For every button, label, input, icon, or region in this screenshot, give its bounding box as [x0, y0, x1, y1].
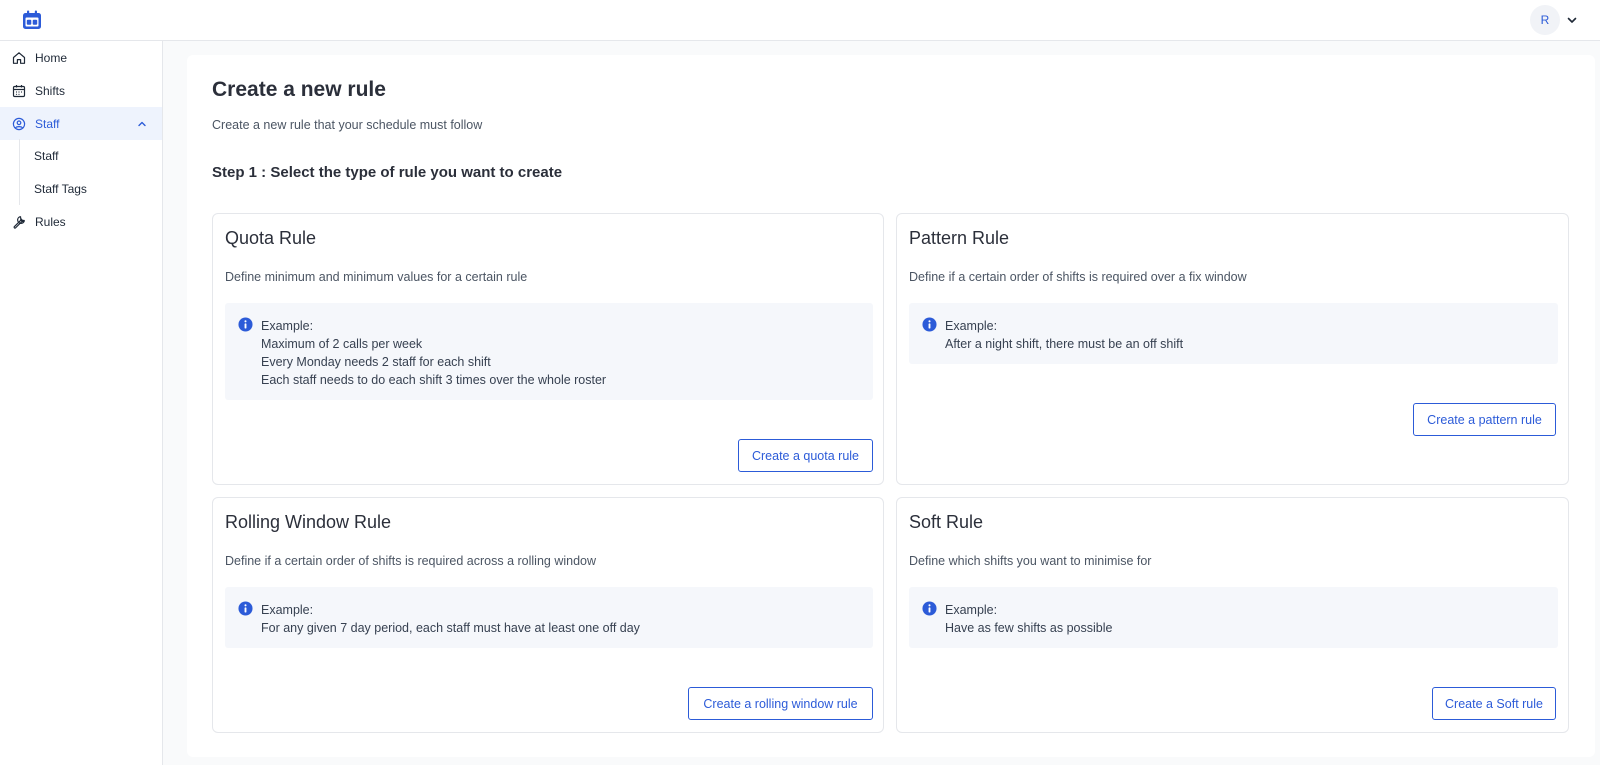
- sidebar-item-rules[interactable]: Rules: [0, 205, 162, 238]
- info-icon: [922, 601, 937, 616]
- card-title: Pattern Rule: [909, 228, 1010, 248]
- card-description: Define if a certain order of shifts is r…: [909, 270, 1247, 284]
- calendar-icon: [12, 85, 26, 98]
- example-box: Example: For any given 7 day period, eac…: [225, 587, 873, 648]
- example-text: Example: After a night shift, there must…: [945, 317, 1183, 353]
- sidebar-subitem-staff-tags[interactable]: Staff Tags: [20, 172, 163, 205]
- example-label: Example:: [261, 603, 314, 617]
- info-icon: [922, 317, 937, 332]
- example-label: Example:: [945, 319, 998, 333]
- info-icon: [238, 317, 253, 332]
- card-description: Define if a certain order of shifts is r…: [225, 554, 597, 568]
- card-title: Rolling Window Rule: [225, 512, 392, 532]
- create-soft-rule-button[interactable]: Create a Soft rule: [1432, 687, 1556, 720]
- example-line: Each staff needs to do each shift 3 time…: [261, 373, 607, 387]
- card-title: Quota Rule: [225, 228, 317, 248]
- card-description: Define which shifts you want to minimise…: [909, 554, 1152, 568]
- example-box: Example: Maximum of 2 calls per week Eve…: [225, 303, 873, 400]
- staff-icon: [12, 117, 26, 131]
- quota-rule-card: Quota Rule Define minimum and minimum va…: [212, 213, 884, 485]
- sidebar-subitem-label: Staff: [34, 149, 59, 163]
- sidebar: Home Shifts Staff Staff Staff Tags Rules: [0, 41, 163, 765]
- example-line: For any given 7 day period, each staff m…: [261, 621, 640, 635]
- sidebar-item-home[interactable]: Home: [0, 41, 162, 74]
- sidebar-item-shifts[interactable]: Shifts: [0, 74, 162, 107]
- example-label: Example:: [945, 603, 998, 617]
- example-box: Example: Have as few shifts as possible: [909, 587, 1558, 648]
- chevron-down-icon[interactable]: [1566, 14, 1578, 26]
- soft-rule-card: Soft Rule Define which shifts you want t…: [896, 497, 1569, 733]
- page-subtitle: Create a new rule that your schedule mus…: [212, 118, 483, 132]
- sidebar-item-staff[interactable]: Staff: [0, 107, 162, 140]
- sidebar-item-label: Rules: [35, 215, 66, 229]
- example-text: Example: Have as few shifts as possible: [945, 601, 1112, 637]
- example-line: Maximum of 2 calls per week: [261, 337, 423, 351]
- staff-subnav: Staff Staff Tags: [19, 139, 162, 205]
- sidebar-item-label: Home: [35, 51, 68, 65]
- avatar[interactable]: R: [1530, 5, 1560, 35]
- step-title: Step 1 : Select the type of rule you wan…: [212, 164, 563, 181]
- example-box: Example: After a night shift, there must…: [909, 303, 1558, 364]
- example-line: Have as few shifts as possible: [945, 621, 1113, 635]
- example-text: Example: For any given 7 day period, eac…: [261, 601, 640, 637]
- sidebar-subitem-label: Staff Tags: [34, 182, 87, 196]
- wrench-icon: [13, 216, 25, 229]
- chevron-up-icon[interactable]: [137, 119, 147, 129]
- user-menu[interactable]: R: [1530, 5, 1578, 35]
- pattern-rule-card: Pattern Rule Define if a certain order o…: [896, 213, 1569, 485]
- example-line: Every Monday needs 2 staff for each shif…: [261, 355, 491, 369]
- example-label: Example:: [261, 319, 314, 333]
- create-rolling-window-rule-button[interactable]: Create a rolling window rule: [688, 687, 873, 720]
- sidebar-item-label: Staff: [35, 117, 60, 131]
- example-text: Example: Maximum of 2 calls per week Eve…: [261, 317, 606, 389]
- card-title: Soft Rule: [909, 512, 984, 532]
- create-pattern-rule-button[interactable]: Create a pattern rule: [1413, 403, 1556, 436]
- sidebar-subitem-staff[interactable]: Staff: [20, 139, 163, 172]
- example-line: After a night shift, there must be an of…: [945, 337, 1184, 351]
- sidebar-item-label: Shifts: [35, 84, 66, 98]
- calendar-logo-icon[interactable]: [22, 10, 42, 30]
- home-icon: [12, 52, 26, 64]
- create-quota-rule-button[interactable]: Create a quota rule: [738, 439, 873, 472]
- page-title: Create a new rule: [212, 78, 386, 101]
- card-description: Define minimum and minimum values for a …: [225, 270, 528, 284]
- rolling-window-rule-card: Rolling Window Rule Define if a certain …: [212, 497, 884, 733]
- info-icon: [238, 601, 253, 616]
- top-bar: R: [0, 0, 1600, 41]
